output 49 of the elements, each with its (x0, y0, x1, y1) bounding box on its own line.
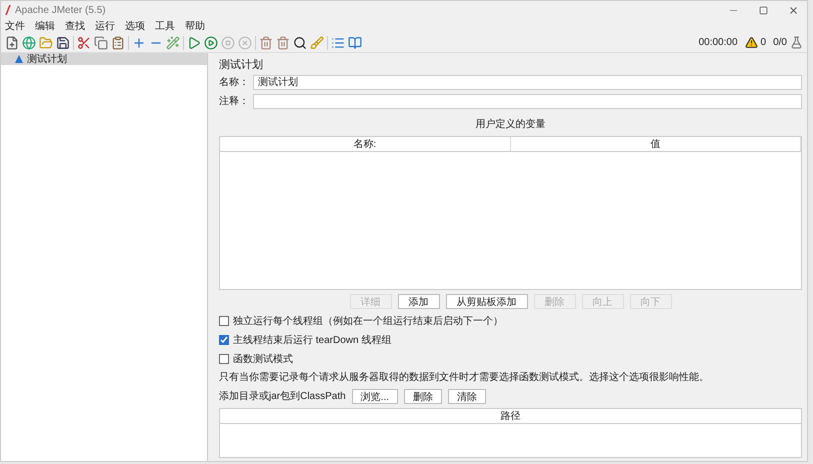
menu-item[interactable]: 运行 (95, 18, 115, 34)
menu-item[interactable]: 选项 (125, 18, 145, 34)
checkbox-label: 独立运行每个线程组（例如在一个组运行结束后启动下一个） (233, 314, 503, 328)
plus-icon[interactable] (132, 36, 146, 50)
checkbox-label: 函数测试模式 (233, 352, 293, 366)
maximize-icon[interactable] (759, 6, 768, 14)
play-icon[interactable] (187, 36, 201, 50)
copy-icon[interactable] (94, 36, 108, 50)
classpath-button[interactable]: 浏览... (352, 389, 398, 404)
classpath-button[interactable]: 清除 (448, 389, 486, 404)
tree-item[interactable]: 测试计划 (1, 53, 207, 65)
checkbox[interactable] (219, 354, 229, 364)
column-header[interactable]: 路径 (220, 409, 801, 424)
warning-count: 0 (760, 36, 766, 50)
window-title: Apache JMeter (5.5) (15, 4, 106, 18)
list-icon[interactable] (331, 36, 345, 50)
table-action-button[interactable]: 从剪贴板添加 (446, 294, 528, 309)
thread-count: 0/0 (773, 36, 787, 50)
help-icon[interactable] (348, 36, 362, 50)
table-action-button[interactable]: 添加 (398, 294, 440, 309)
menu-item[interactable]: 查找 (65, 18, 85, 34)
search-icon[interactable] (293, 36, 307, 50)
menu-item[interactable]: 编辑 (35, 18, 55, 34)
text-field[interactable]: 测试计划 (253, 75, 802, 90)
field-label: 注释： (219, 94, 249, 109)
checkbox[interactable] (219, 316, 229, 326)
text-field[interactable] (253, 94, 802, 109)
new-file-icon[interactable] (5, 36, 19, 50)
column-header[interactable]: 名称: (220, 137, 510, 151)
field-label: 名称： (219, 76, 249, 90)
section-title: 用户定义的变量 (474, 118, 546, 132)
clear-icon[interactable] (259, 36, 273, 50)
menu-item[interactable]: 帮助 (185, 18, 205, 34)
panel-title: 测试计划 (219, 58, 264, 71)
checkbox-label: 主线程结束后运行 tearDown 线程组 (233, 334, 392, 348)
cut-icon[interactable] (77, 36, 91, 50)
wand-icon[interactable] (166, 36, 180, 50)
menu-item[interactable]: 文件 (5, 18, 25, 34)
close-icon[interactable] (788, 4, 799, 16)
note-text: 只有当你需要记录每个请求从服务器取得的数据到文件时才需要选择函数测试模式。选择这个选项很影响性能。 (219, 370, 710, 385)
clipboard-icon[interactable] (111, 36, 125, 50)
column-header[interactable]: 值 (510, 137, 801, 151)
elapsed-time: 00:00:00 (698, 36, 738, 50)
menu-item[interactable]: 工具 (155, 18, 175, 34)
warning-icon[interactable] (744, 36, 758, 49)
checkbox[interactable] (219, 335, 229, 345)
save-icon[interactable] (56, 36, 70, 50)
classpath-label: 添加目录或jar包到ClassPath (219, 390, 346, 404)
classpath-button[interactable]: 删除 (404, 389, 442, 404)
